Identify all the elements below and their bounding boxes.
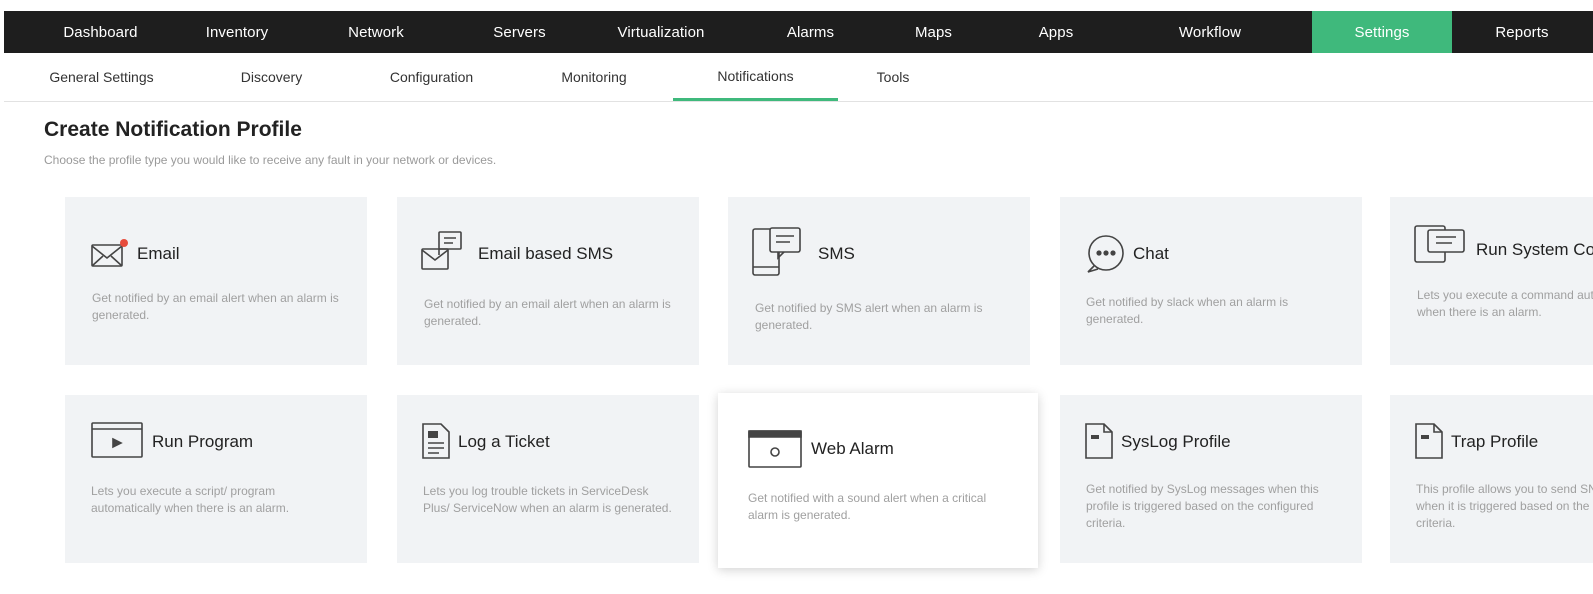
card-description: Get notified by an email alert when an a… [424,297,671,328]
profile-card-run-system-command[interactable]: Run System Command Lets you execute a co… [1390,197,1593,365]
ticket-document-icon [419,421,453,461]
profile-card-chat[interactable]: Chat Get notified by slack when an alarm… [1060,197,1362,365]
card-title: Chat [1133,244,1169,263]
subnav-discovery[interactable]: Discovery [199,53,344,101]
terminal-message-icon [1412,223,1468,265]
subnav-monitoring[interactable]: Monitoring [519,53,669,101]
card-title: Trap Profile [1451,432,1539,451]
profile-card-email[interactable]: Email Get notified by an email alert whe… [65,197,367,365]
chat-bubble-icon [1082,231,1130,275]
nav-virtualization[interactable]: Virtualization [564,11,758,53]
card-title: SysLog Profile [1121,432,1231,451]
card-description: Get notified by an email alert when an a… [92,291,339,322]
card-title: Email [137,244,180,263]
profile-card-email-sms[interactable]: Email based SMS Get notified by an email… [397,197,699,365]
profile-card-web-alarm[interactable]: Web Alarm Get notified with a sound aler… [718,393,1038,568]
subnav-notifications[interactable]: Notifications [673,53,838,101]
nav-alarms[interactable]: Alarms [758,11,863,53]
nav-reports[interactable]: Reports [1452,11,1592,53]
settings-sub-navigation: General Settings Discovery Configuration… [4,53,1593,102]
profile-card-syslog-profile[interactable]: SysLog Profile Get notified by SysLog me… [1060,395,1362,563]
nav-network[interactable]: Network [277,11,475,53]
card-description: Lets you log trouble tickets in ServiceD… [423,484,672,515]
nav-settings[interactable]: Settings [1312,11,1452,53]
nav-maps[interactable]: Maps [863,11,1004,53]
card-description: Get notified by SMS alert when an alarm … [755,301,983,332]
top-navigation-bar: Dashboard Inventory Network Servers Virt… [4,11,1593,53]
card-title: Run Program [152,432,254,451]
page-title: Create Notification Profile [44,118,302,141]
mobile-message-icon [750,225,812,277]
card-title: Run System Command [1476,240,1593,259]
trap-document-icon [1412,421,1446,461]
card-description: Get notified by SysLog messages when thi… [1086,482,1319,530]
card-description: Lets you execute a command automatically… [1417,288,1593,319]
nav-servers[interactable]: Servers [475,11,564,53]
email-sms-icon [419,229,465,275]
syslog-document-icon [1082,421,1116,461]
card-title: Web Alarm [811,439,894,458]
subnav-tools[interactable]: Tools [838,53,948,101]
nav-dashboard[interactable]: Dashboard [4,11,197,53]
play-window-icon [89,419,145,461]
card-title: Email based SMS [478,244,614,263]
profile-card-log-a-ticket[interactable]: Log a Ticket Lets you log trouble ticket… [397,395,699,563]
nav-inventory[interactable]: Inventory [197,11,277,53]
profile-card-sms[interactable]: SMS Get notified by SMS alert when an al… [728,197,1030,365]
card-description: Get notified by slack when an alarm is g… [1086,295,1289,326]
card-description: Get notified with a sound alert when a c… [748,491,987,522]
subnav-general-settings[interactable]: General Settings [4,53,199,101]
nav-apps[interactable]: Apps [1004,11,1108,53]
page-description: Choose the profile type you would like t… [44,153,497,167]
profile-card-run-program[interactable]: Run Program Lets you execute a script/ p… [65,395,367,563]
nav-workflow[interactable]: Workflow [1108,11,1312,53]
browser-alarm-icon [746,427,804,471]
subnav-configuration[interactable]: Configuration [344,53,519,101]
card-title: Log a Ticket [458,432,550,451]
card-description: Lets you execute a script/ program autom… [91,484,290,515]
card-title: SMS [818,244,855,263]
card-description: This profile allows you to send SNMP tra… [1416,482,1593,530]
profile-card-trap-profile[interactable]: Trap Profile This profile allows you to … [1390,395,1593,563]
envelope-icon [89,235,129,275]
